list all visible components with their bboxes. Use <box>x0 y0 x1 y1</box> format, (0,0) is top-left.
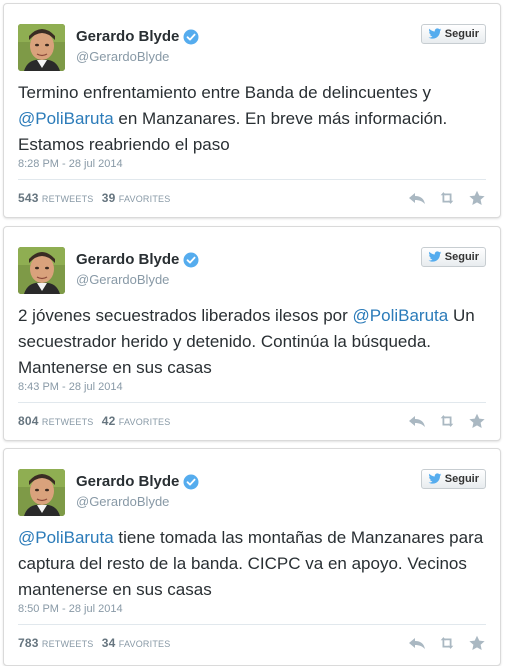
retweet-icon[interactable] <box>438 413 456 429</box>
favorite-star-icon[interactable] <box>468 190 486 206</box>
tweet-card: Gerardo Blyde @GerardoBlyde Seguir @Poli… <box>3 448 501 666</box>
twitter-bird-icon <box>428 251 442 262</box>
verified-badge-icon <box>183 474 199 489</box>
avatar[interactable] <box>18 247 65 294</box>
follow-button-label: Seguir <box>444 251 479 263</box>
tweet-text: 2 jóvenes secuestrados liberados ilesos … <box>18 303 488 381</box>
divider <box>18 624 486 625</box>
author-handle[interactable]: @GerardoBlyde <box>76 494 169 509</box>
mention-link[interactable]: @PoliBaruta <box>18 528 114 547</box>
favorite-star-icon[interactable] <box>468 635 486 651</box>
tweet-actions <box>408 190 486 206</box>
tweet-timestamp[interactable]: 8:50 PM - 28 jul 2014 <box>18 603 123 615</box>
author-name-text[interactable]: Gerardo Blyde <box>76 28 179 45</box>
tweet-card: Gerardo Blyde @GerardoBlyde Seguir Termi… <box>3 3 501 218</box>
retweet-count[interactable]: 804 <box>18 414 39 428</box>
verified-badge-icon <box>183 29 199 44</box>
author-name[interactable]: Gerardo Blyde <box>76 251 199 268</box>
reply-icon[interactable] <box>408 635 426 651</box>
favorite-star-icon[interactable] <box>468 413 486 429</box>
reply-icon[interactable] <box>408 190 426 206</box>
favorite-count[interactable]: 34 <box>102 636 116 650</box>
divider <box>18 179 486 180</box>
tweet-stats: 804 RETWEETS 42 FAVORITES <box>18 414 175 428</box>
follow-button-label: Seguir <box>444 28 479 40</box>
follow-button-label: Seguir <box>444 473 479 485</box>
tweet-text: Termino enfrentamiento entre Banda de de… <box>18 80 488 158</box>
follow-button[interactable]: Seguir <box>420 247 486 267</box>
retweet-count-label[interactable]: RETWEETS <box>42 417 94 427</box>
favorite-count[interactable]: 42 <box>102 414 116 428</box>
follow-button[interactable]: Seguir <box>420 24 486 44</box>
mention-link[interactable]: @PoliBaruta <box>353 306 449 325</box>
divider <box>18 402 486 403</box>
tweet-actions <box>408 413 486 429</box>
follow-button[interactable]: Seguir <box>420 469 486 489</box>
favorite-count-label[interactable]: FAVORITES <box>119 639 171 649</box>
mention-link[interactable]: @PoliBaruta <box>18 109 114 128</box>
author-name-text[interactable]: Gerardo Blyde <box>76 251 179 268</box>
retweet-icon[interactable] <box>438 190 456 206</box>
tweet-actions <box>408 635 486 651</box>
avatar[interactable] <box>18 24 65 71</box>
twitter-bird-icon <box>428 28 442 39</box>
tweet-stats: 543 RETWEETS 39 FAVORITES <box>18 191 175 205</box>
favorite-count[interactable]: 39 <box>102 191 116 205</box>
avatar[interactable] <box>18 469 65 516</box>
tweet-stats: 783 RETWEETS 34 FAVORITES <box>18 636 175 650</box>
tweet-timestamp[interactable]: 8:28 PM - 28 jul 2014 <box>18 158 123 170</box>
favorite-count-label[interactable]: FAVORITES <box>119 194 171 204</box>
author-name[interactable]: Gerardo Blyde <box>76 28 199 45</box>
tweet-text-part: Termino enfrentamiento entre Banda de de… <box>18 83 431 102</box>
twitter-bird-icon <box>428 473 442 484</box>
retweet-count[interactable]: 783 <box>18 636 39 650</box>
tweet-card: Gerardo Blyde @GerardoBlyde Seguir 2 jóv… <box>3 226 501 441</box>
retweet-count[interactable]: 543 <box>18 191 39 205</box>
tweet-timestamp[interactable]: 8:43 PM - 28 jul 2014 <box>18 381 123 393</box>
tweet-text-part: 2 jóvenes secuestrados liberados ilesos … <box>18 306 353 325</box>
author-handle[interactable]: @GerardoBlyde <box>76 272 169 287</box>
reply-icon[interactable] <box>408 413 426 429</box>
author-name-text[interactable]: Gerardo Blyde <box>76 473 179 490</box>
author-name[interactable]: Gerardo Blyde <box>76 473 199 490</box>
verified-badge-icon <box>183 252 199 267</box>
retweet-count-label[interactable]: RETWEETS <box>42 639 94 649</box>
author-handle[interactable]: @GerardoBlyde <box>76 49 169 64</box>
tweet-text: @PoliBaruta tiene tomada las montañas de… <box>18 525 488 603</box>
favorite-count-label[interactable]: FAVORITES <box>119 417 171 427</box>
retweet-icon[interactable] <box>438 635 456 651</box>
retweet-count-label[interactable]: RETWEETS <box>42 194 94 204</box>
